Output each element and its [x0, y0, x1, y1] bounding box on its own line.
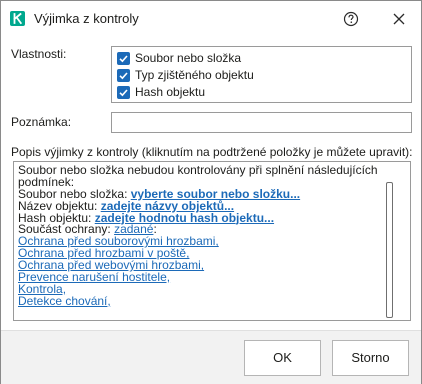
note-input[interactable]	[111, 112, 412, 133]
component-item: Prevence narušení hostitele,	[18, 271, 380, 284]
component-item: Detekce chování,	[18, 294, 380, 308]
dialog-footer: OK Storno	[1, 330, 421, 384]
close-icon[interactable]	[388, 8, 410, 30]
checkbox-label: Typ zjištěného objektu	[135, 68, 254, 82]
properties-label: Vlastnosti:	[11, 47, 67, 61]
properties-list: Soubor nebo složka Typ zjištěného objekt…	[111, 46, 412, 103]
exclusion-description: Soubor nebo složka nebudou kontrolovány …	[13, 161, 411, 321]
cancel-button[interactable]: Storno	[332, 340, 409, 376]
description-label: Popis výjimky z kontroly (kliknutím na p…	[11, 145, 413, 159]
title-bar: Výjimka z kontroly	[1, 1, 421, 37]
exclusion-dialog: Výjimka z kontroly Vlastnosti: Soubor ne…	[0, 0, 422, 384]
checkbox-checked-icon[interactable]	[117, 69, 130, 82]
question-circle-icon[interactable]	[341, 9, 361, 29]
checkbox-label: Hash objektu	[135, 85, 206, 99]
kaspersky-k-icon	[10, 11, 25, 26]
checkbox-checked-icon[interactable]	[117, 86, 130, 99]
vertical-scrollbar-thumb[interactable]	[386, 182, 393, 318]
dialog-title: Výjimka z kontroly	[34, 11, 139, 26]
description-text: Soubor nebo složka nebudou kontrolovány …	[18, 164, 380, 308]
checkbox-checked-icon[interactable]	[117, 52, 130, 65]
component-link[interactable]: Detekce chování,	[18, 294, 111, 308]
note-label: Poznámka:	[11, 115, 72, 129]
ok-button[interactable]: OK	[244, 340, 321, 376]
checkbox-label: Soubor nebo složka	[135, 51, 242, 65]
